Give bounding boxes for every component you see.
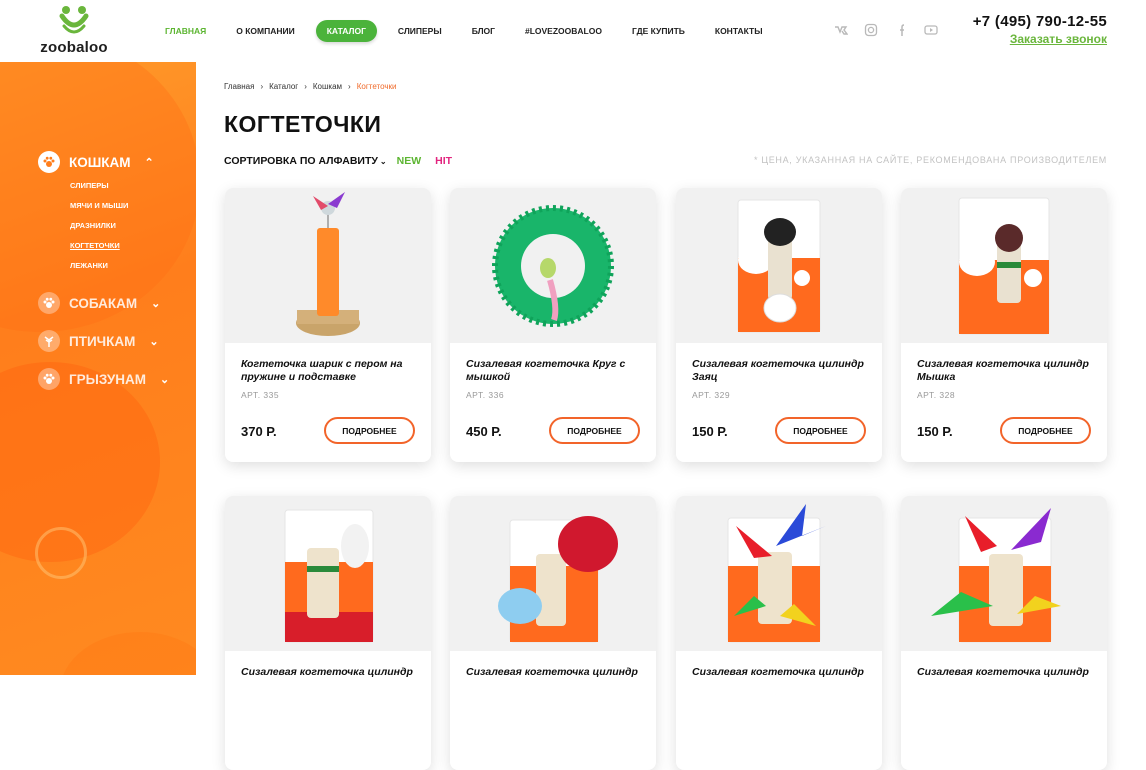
nav-item-slippers[interactable]: Слиперы bbox=[383, 20, 457, 42]
chevron-down-icon[interactable]: ⌄ bbox=[151, 297, 160, 310]
sidebar-cat-label: Кошкам bbox=[69, 154, 131, 170]
product-card[interactable]: Сизалевая когтеточка Круг с мышкой АРТ. … bbox=[450, 188, 656, 462]
chevron-right-icon: › bbox=[304, 82, 307, 91]
sidebar-sub-balls[interactable]: Мячи и мыши bbox=[70, 201, 128, 210]
product-name[interactable]: Сизалевая когтеточка Круг с мышкой bbox=[466, 358, 644, 384]
product-price: 370 Р. bbox=[241, 424, 277, 439]
contact-block: +7 (495) 790-12-55 Заказать звонок bbox=[973, 13, 1107, 46]
product-image[interactable] bbox=[676, 496, 882, 651]
youtube-icon[interactable] bbox=[924, 23, 938, 37]
chevron-down-icon[interactable]: ⌄ bbox=[149, 335, 158, 348]
paw-icon bbox=[38, 368, 60, 390]
paw-icon bbox=[38, 292, 60, 314]
nav-item-catalog[interactable]: Каталог bbox=[315, 20, 377, 42]
product-card[interactable]: Сизалевая когтеточка цилиндр bbox=[225, 496, 431, 770]
social-links bbox=[834, 23, 938, 37]
product-name[interactable]: Сизалевая когтеточка цилиндр bbox=[692, 666, 870, 679]
nav-item-where-to-buy[interactable]: Где купить bbox=[617, 20, 700, 42]
logo-frog-icon bbox=[59, 6, 89, 34]
product-card[interactable]: Сизалевая когтеточка цилиндр Мышка АРТ. … bbox=[901, 188, 1107, 462]
sidebar-cat-dogs[interactable]: Собакам ⌄ bbox=[38, 292, 160, 314]
product-name[interactable]: Сизалевая когтеточка цилиндр bbox=[241, 666, 419, 679]
product-card[interactable]: Сизалевая когтеточка цилиндр bbox=[901, 496, 1107, 770]
page-title: КОГТЕТОЧКИ bbox=[224, 111, 382, 137]
product-price: 150 Р. bbox=[917, 424, 953, 439]
chevron-right-icon: › bbox=[348, 82, 351, 91]
product-name[interactable]: Сизалевая когтеточка цилиндр Заяц bbox=[692, 358, 870, 384]
breadcrumb-current: Когтеточки bbox=[356, 82, 397, 91]
nav-item-home[interactable]: Главная bbox=[150, 20, 221, 42]
filter-hit[interactable]: HIT bbox=[435, 155, 452, 167]
sidebar-cat-label: Птичкам bbox=[69, 333, 136, 349]
breadcrumb: Главная › Каталог › Кошкам › Когтеточки bbox=[224, 82, 397, 91]
details-button[interactable]: Подробнее bbox=[1000, 417, 1091, 444]
product-article: АРТ. 328 bbox=[917, 390, 956, 400]
product-image[interactable] bbox=[450, 188, 656, 343]
product-image[interactable] bbox=[901, 496, 1107, 651]
main-nav: Главная О компании Каталог Слиперы Блог … bbox=[150, 18, 778, 44]
sidebar: Кошкам ⌃ Слиперы Мячи и мыши Дразнилки К… bbox=[0, 62, 196, 675]
product-price: 450 Р. bbox=[466, 424, 502, 439]
product-image[interactable] bbox=[901, 188, 1107, 343]
product-name[interactable]: Сизалевая когтеточка цилиндр bbox=[917, 666, 1095, 679]
sidebar-cat-cats[interactable]: Кошкам ⌃ bbox=[38, 151, 154, 173]
decor-blob bbox=[0, 362, 160, 562]
sidebar-cat-birds[interactable]: Птичкам ⌄ bbox=[38, 330, 159, 352]
sidebar-sub-beds[interactable]: Лежанки bbox=[70, 261, 108, 270]
facebook-icon[interactable] bbox=[894, 23, 908, 37]
nav-item-lovezoobaloo[interactable]: #lovezoobaloo bbox=[510, 20, 617, 42]
breadcrumb-item[interactable]: Главная bbox=[224, 82, 254, 91]
product-article: АРТ. 329 bbox=[692, 390, 731, 400]
details-button[interactable]: Подробнее bbox=[549, 417, 640, 444]
price-note: * Цена, указанная на сайте, рекомендован… bbox=[753, 155, 1107, 165]
product-card[interactable]: Когтеточка шарик с пером на пружине и по… bbox=[225, 188, 431, 462]
product-image[interactable] bbox=[450, 496, 656, 651]
product-image[interactable] bbox=[225, 496, 431, 651]
sort-dropdown[interactable]: Сортировка по алфавиту bbox=[224, 155, 378, 167]
product-card[interactable]: Сизалевая когтеточка цилиндр bbox=[450, 496, 656, 770]
sidebar-sub-scratchers[interactable]: Когтеточки bbox=[70, 241, 120, 250]
sidebar-cat-label: Собакам bbox=[69, 295, 138, 311]
decor-blob bbox=[35, 527, 87, 579]
breadcrumb-item[interactable]: Каталог bbox=[269, 82, 298, 91]
product-name[interactable]: Сизалевая когтеточка цилиндр bbox=[466, 666, 644, 679]
phone-number[interactable]: +7 (495) 790-12-55 bbox=[973, 13, 1107, 30]
product-card[interactable]: Сизалевая когтеточка цилиндр bbox=[676, 496, 882, 770]
product-price: 150 Р. bbox=[692, 424, 728, 439]
product-name[interactable]: Когтеточка шарик с пером на пружине и по… bbox=[241, 358, 419, 384]
filter-new[interactable]: NEW bbox=[397, 155, 422, 167]
chevron-up-icon[interactable]: ⌃ bbox=[145, 156, 154, 169]
callback-link[interactable]: Заказать звонок bbox=[973, 32, 1107, 46]
details-button[interactable]: Подробнее bbox=[324, 417, 415, 444]
product-article: АРТ. 336 bbox=[466, 390, 505, 400]
logo-text: zoobaloo bbox=[40, 39, 108, 56]
chevron-right-icon: › bbox=[260, 82, 264, 91]
details-button[interactable]: Подробнее bbox=[775, 417, 866, 444]
product-name[interactable]: Сизалевая когтеточка цилиндр Мышка bbox=[917, 358, 1095, 384]
product-article: АРТ. 335 bbox=[241, 390, 280, 400]
chevron-down-icon[interactable]: ⌄ bbox=[380, 157, 387, 166]
nav-item-blog[interactable]: Блог bbox=[457, 20, 510, 42]
sort-bar: Сортировка по алфавиту ⌄ NEW HIT bbox=[224, 155, 452, 167]
nav-item-contacts[interactable]: Контакты bbox=[700, 20, 778, 42]
bird-icon bbox=[38, 330, 60, 352]
decor-blob bbox=[60, 632, 196, 675]
logo[interactable]: zoobaloo bbox=[38, 4, 110, 58]
nav-item-about[interactable]: О компании bbox=[221, 20, 309, 42]
instagram-icon[interactable] bbox=[864, 23, 878, 37]
sidebar-cat-label: Грызунам bbox=[69, 371, 146, 387]
sidebar-sub-slippers[interactable]: Слиперы bbox=[70, 181, 109, 190]
product-image[interactable] bbox=[676, 188, 882, 343]
product-image[interactable] bbox=[225, 188, 431, 343]
vk-icon[interactable] bbox=[834, 23, 849, 37]
product-card[interactable]: Сизалевая когтеточка цилиндр Заяц АРТ. 3… bbox=[676, 188, 882, 462]
breadcrumb-item[interactable]: Кошкам bbox=[313, 82, 342, 91]
chevron-down-icon[interactable]: ⌄ bbox=[160, 373, 169, 386]
sidebar-cat-rodents[interactable]: Грызунам ⌄ bbox=[38, 368, 169, 390]
paw-icon bbox=[38, 151, 60, 173]
site-header: zoobaloo Главная О компании Каталог Слип… bbox=[0, 0, 1146, 62]
sidebar-sub-teasers[interactable]: Дразнилки bbox=[70, 221, 116, 230]
